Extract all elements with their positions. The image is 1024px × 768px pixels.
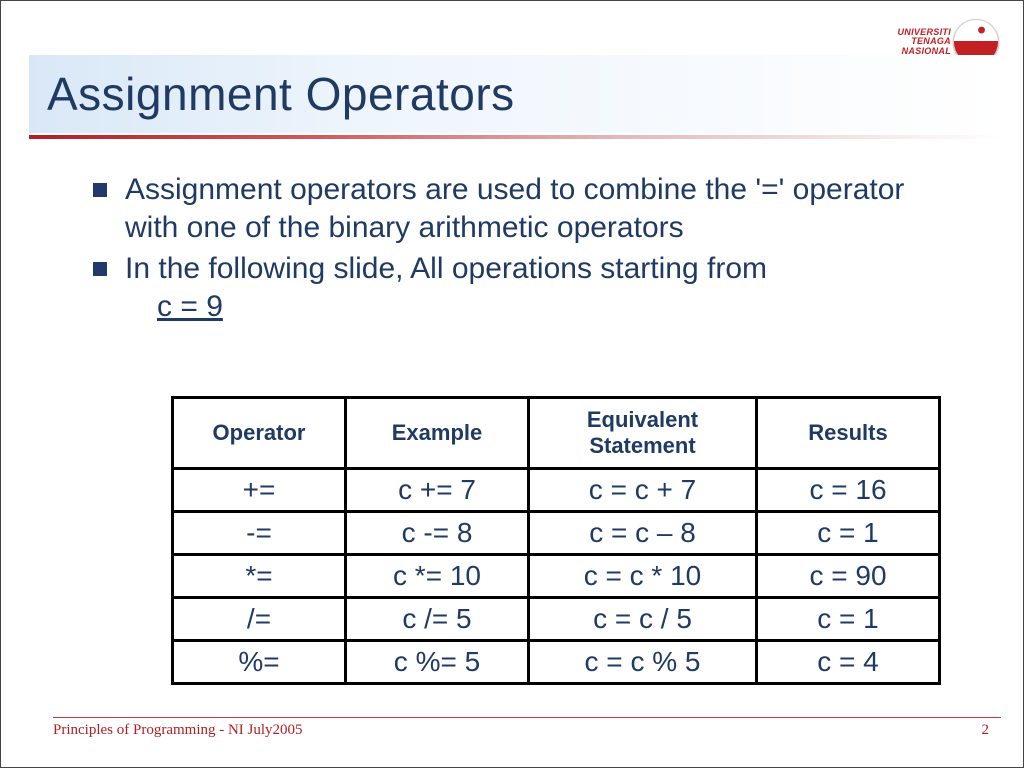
table-row: *= c *= 10 c = c * 10 c = 90 xyxy=(173,555,940,598)
table-row: -= c -= 8 c = c – 8 c = 1 xyxy=(173,512,940,555)
bullet-icon xyxy=(93,183,107,197)
bullet-icon xyxy=(93,262,107,276)
operator-table: Operator Example Equivalent Statement Re… xyxy=(171,396,941,685)
table-row: += c += 7 c = c + 7 c = 16 xyxy=(173,469,940,512)
th-operator: Operator xyxy=(173,398,346,469)
bullet-text: In the following slide, All operations s… xyxy=(125,250,767,325)
footer: Principles of Programming - NI July2005 … xyxy=(53,717,1001,739)
table-row: %= c %= 5 c = c % 5 c = 4 xyxy=(173,641,940,684)
table-header-row: Operator Example Equivalent Statement Re… xyxy=(173,398,940,469)
content: Assignment operators are used to combine… xyxy=(93,171,963,329)
bullet-1: Assignment operators are used to combine… xyxy=(93,171,963,246)
th-example: Example xyxy=(346,398,529,469)
slide: UNIVERSITI TENAGA NASIONAL Assignment Op… xyxy=(0,0,1024,768)
page-number: 2 xyxy=(982,722,990,739)
table-body: += c += 7 c = c + 7 c = 16 -= c -= 8 c =… xyxy=(173,469,940,684)
title-rule xyxy=(29,135,1001,139)
title-bar: Assignment Operators xyxy=(29,55,1001,133)
bullet-2: In the following slide, All operations s… xyxy=(93,250,963,325)
bullet-text: Assignment operators are used to combine… xyxy=(125,171,963,246)
initial-value: c = 9 xyxy=(157,290,223,323)
th-equiv: Equivalent Statement xyxy=(529,398,757,469)
slide-title: Assignment Operators xyxy=(47,67,515,121)
footer-text: Principles of Programming - NI July2005 xyxy=(53,722,303,739)
table-row: /= c /= 5 c = c / 5 c = 1 xyxy=(173,598,940,641)
th-results: Results xyxy=(757,398,940,469)
brand-text: UNIVERSITI TENAGA NASIONAL xyxy=(897,28,951,56)
